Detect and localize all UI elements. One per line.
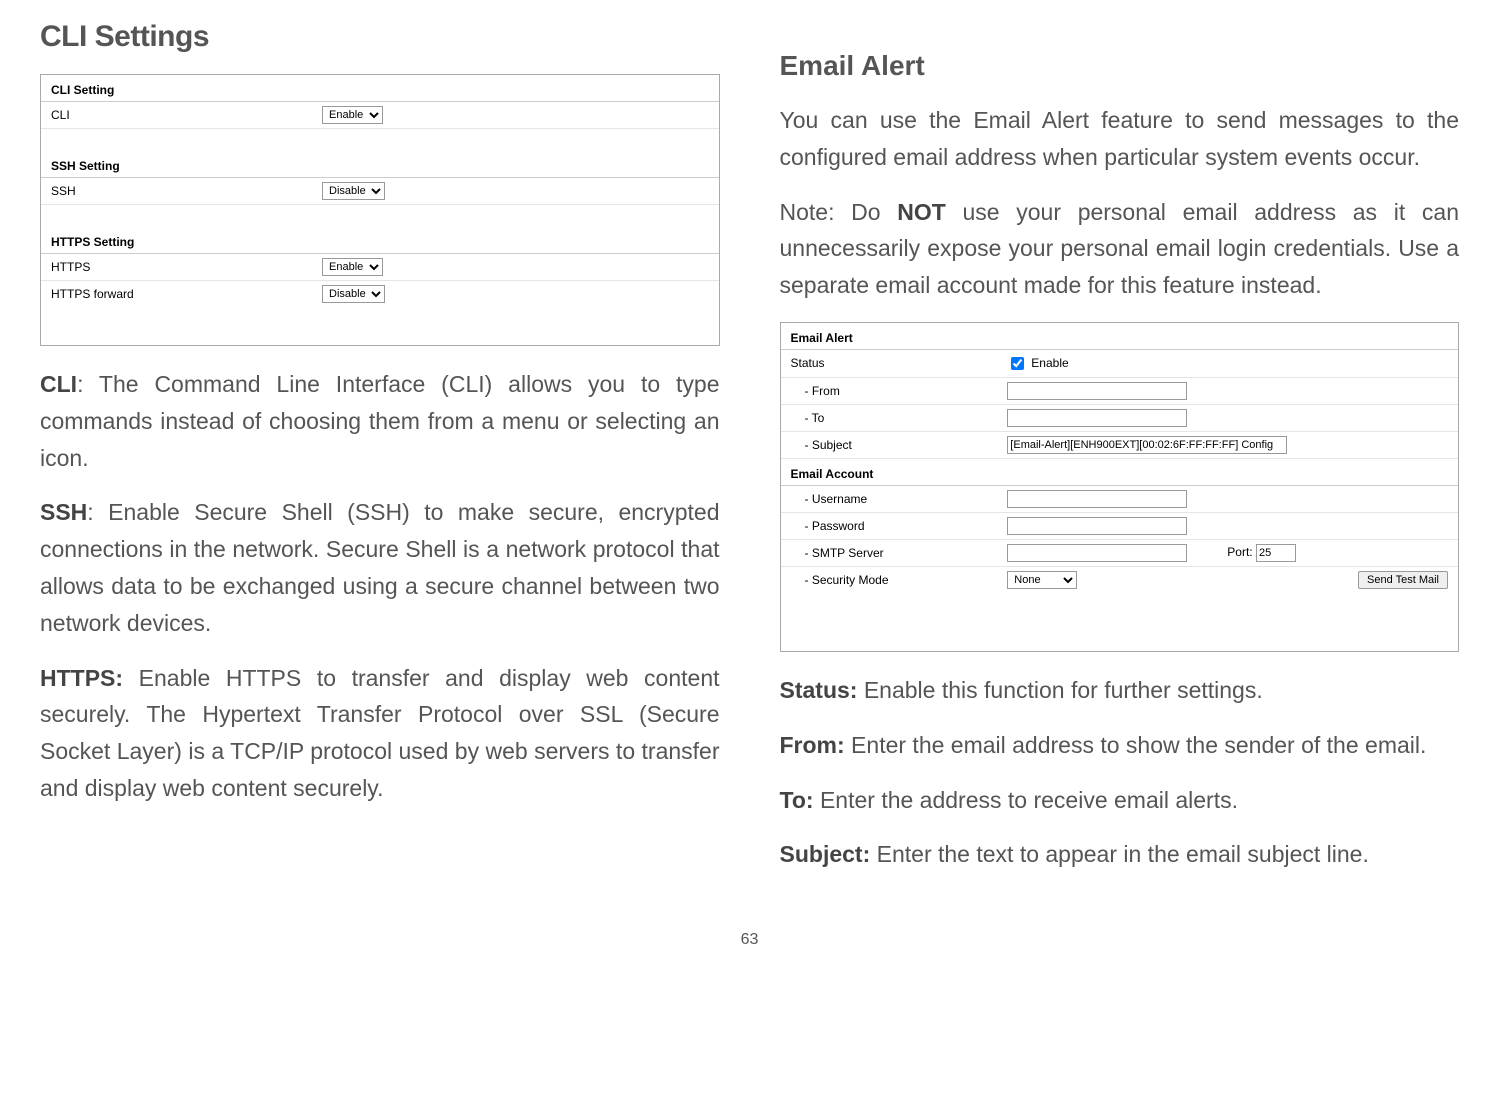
smtp-label: - SMTP Server bbox=[781, 539, 998, 566]
to-input[interactable] bbox=[1007, 409, 1187, 427]
subject-label: - Subject bbox=[781, 431, 998, 458]
port-label: Port: bbox=[1227, 545, 1252, 559]
status-checkbox[interactable] bbox=[1011, 357, 1024, 370]
subject-description: Subject: Enter the text to appear in the… bbox=[780, 836, 1460, 873]
to-description: To: Enter the address to receive email a… bbox=[780, 782, 1460, 819]
email-alert-header: Email Alert bbox=[781, 323, 1459, 350]
email-alert-intro: You can use the Email Alert feature to s… bbox=[780, 102, 1460, 176]
subject-input[interactable] bbox=[1007, 436, 1287, 454]
security-label: - Security Mode bbox=[781, 566, 998, 593]
ssh-select[interactable]: Disable bbox=[322, 182, 385, 200]
cli-label: CLI bbox=[41, 102, 312, 129]
https-forward-select[interactable]: Disable bbox=[322, 285, 385, 303]
username-input[interactable] bbox=[1007, 490, 1187, 508]
ssh-setting-header: SSH Setting bbox=[41, 151, 719, 178]
email-account-header: Email Account bbox=[781, 458, 1459, 485]
from-description: From: Enter the email address to show th… bbox=[780, 727, 1460, 764]
cli-term: CLI bbox=[40, 371, 77, 397]
ssh-term: SSH bbox=[40, 499, 87, 525]
https-select[interactable]: Enable bbox=[322, 258, 383, 276]
to-label: - To bbox=[781, 404, 998, 431]
ssh-label: SSH bbox=[41, 178, 312, 205]
status-term: Status: bbox=[780, 677, 858, 703]
smtp-input[interactable] bbox=[1007, 544, 1187, 562]
cli-settings-screenshot: CLI Setting CLI Enable SSH Setting SSH D… bbox=[40, 74, 720, 346]
cli-description: CLI: The Command Line Interface (CLI) al… bbox=[40, 366, 720, 476]
subject-term: Subject: bbox=[780, 841, 871, 867]
port-input[interactable] bbox=[1256, 544, 1296, 562]
https-label: HTTPS bbox=[41, 254, 312, 281]
page-content: CLI Settings CLI Setting CLI Enable SSH … bbox=[40, 20, 1459, 891]
https-forward-label: HTTPS forward bbox=[41, 281, 312, 308]
password-input[interactable] bbox=[1007, 517, 1187, 535]
not-bold: NOT bbox=[897, 199, 946, 225]
security-select[interactable]: None bbox=[1007, 571, 1077, 589]
from-label: - From bbox=[781, 377, 998, 404]
https-description: HTTPS: Enable HTTPS to transfer and disp… bbox=[40, 660, 720, 807]
status-label: Status bbox=[781, 349, 998, 377]
cli-settings-title: CLI Settings bbox=[40, 20, 720, 54]
from-input[interactable] bbox=[1007, 382, 1187, 400]
username-label: - Username bbox=[781, 485, 998, 512]
status-description: Status: Enable this function for further… bbox=[780, 672, 1460, 709]
page-number: 63 bbox=[40, 931, 1459, 949]
email-alert-title: Email Alert bbox=[780, 50, 1460, 82]
ssh-description: SSH: Enable Secure Shell (SSH) to make s… bbox=[40, 494, 720, 641]
cli-setting-header: CLI Setting bbox=[41, 75, 719, 102]
right-column: Email Alert You can use the Email Alert … bbox=[780, 20, 1460, 891]
from-term: From: bbox=[780, 732, 845, 758]
cli-select[interactable]: Enable bbox=[322, 106, 383, 124]
password-label: - Password bbox=[781, 512, 998, 539]
send-test-mail-button[interactable]: Send Test Mail bbox=[1358, 571, 1448, 589]
to-term: To: bbox=[780, 787, 814, 813]
https-setting-header: HTTPS Setting bbox=[41, 227, 719, 254]
status-enable-text: Enable bbox=[1031, 356, 1068, 370]
https-term: HTTPS: bbox=[40, 665, 123, 691]
email-alert-screenshot: Email Alert Status Enable - From - To bbox=[780, 322, 1460, 652]
email-alert-note: Note: Do NOT use your personal email add… bbox=[780, 194, 1460, 304]
left-column: CLI Settings CLI Setting CLI Enable SSH … bbox=[40, 20, 720, 891]
